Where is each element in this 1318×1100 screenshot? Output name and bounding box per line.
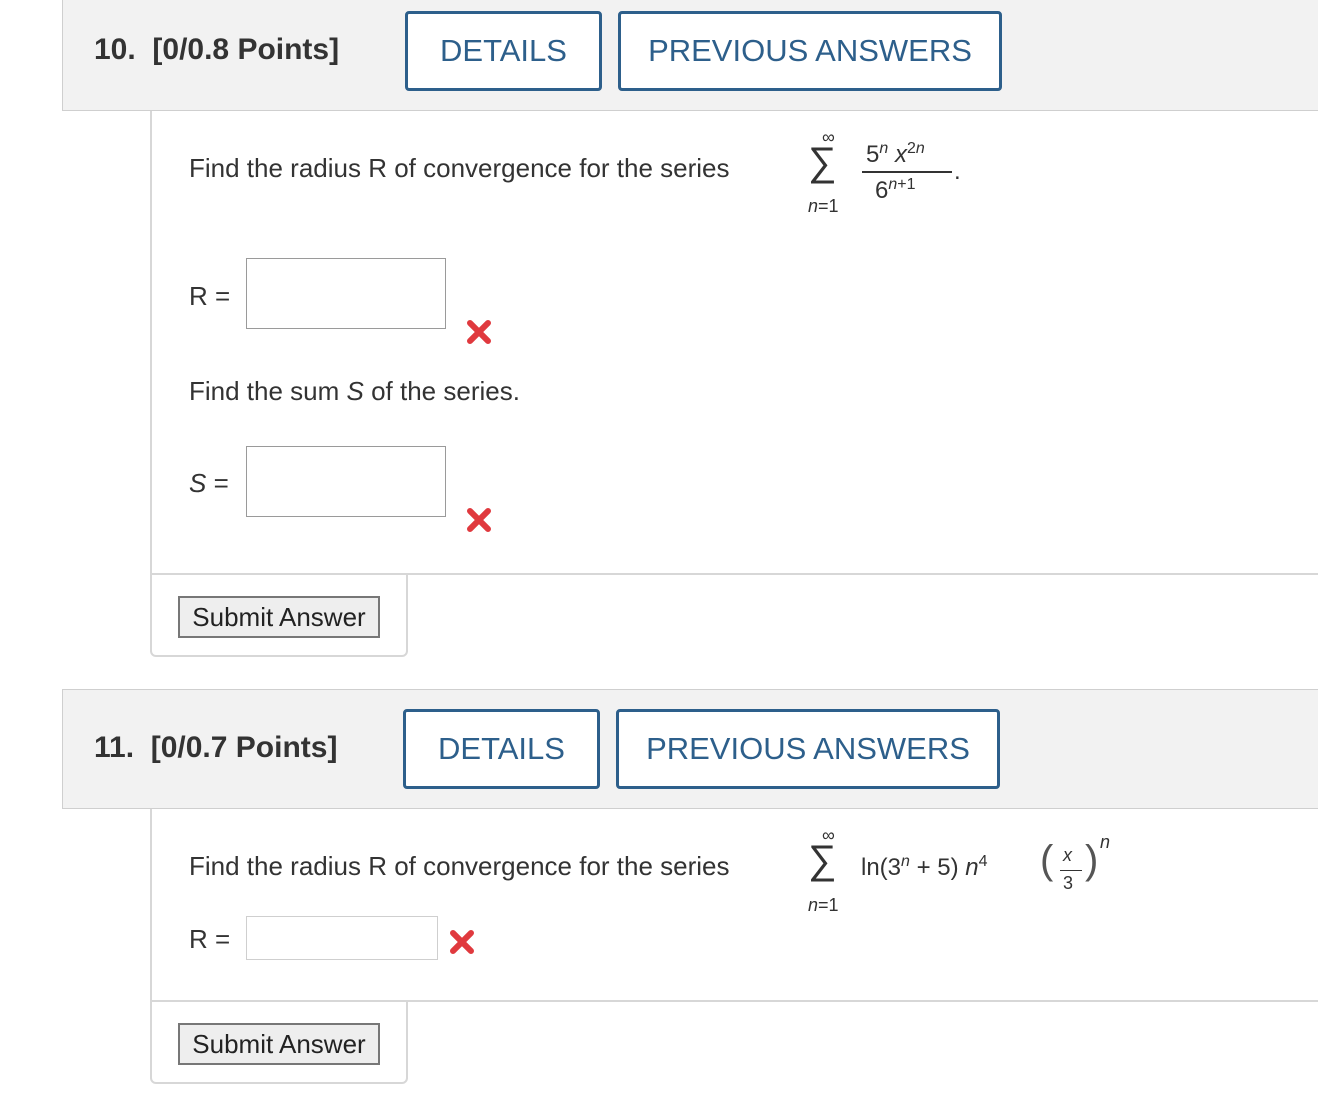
question-10-prompt-sum: Find the sum S of the series. (189, 376, 520, 406)
submit-answer-button[interactable]: Submit Answer (178, 596, 380, 638)
r-input[interactable] (246, 916, 438, 960)
question-number: 10. (94, 33, 136, 66)
x-mark-icon (467, 320, 491, 344)
sigma-symbol: ∑ (808, 140, 837, 184)
question-11-number: 11. [0/0.7 Points] (94, 731, 337, 765)
series-term: ln(3n + 5) n4 (861, 853, 988, 881)
sum-lower-limit: n=1 (808, 196, 839, 216)
question-number: 11. (94, 731, 135, 764)
fraction-bar (862, 171, 952, 173)
x-mark-icon (467, 508, 491, 532)
submit-answer-button[interactable]: Submit Answer (178, 1023, 380, 1065)
sum-lower-limit: n=1 (808, 895, 839, 915)
previous-answers-button[interactable]: PREVIOUS ANSWERS (616, 709, 1000, 789)
divider (408, 573, 1318, 575)
right-paren: ) (1085, 838, 1099, 882)
fraction-numerator: x (1063, 845, 1072, 865)
period: . (954, 158, 961, 185)
r-label: R = (189, 924, 231, 954)
details-button[interactable]: DETAILS (405, 11, 602, 91)
exponent: n (1100, 832, 1111, 852)
details-button[interactable]: DETAILS (403, 709, 600, 789)
question-10-prompt: Find the radius R of convergence for the… (189, 153, 730, 183)
fraction-denominator: 6n+1 (875, 176, 916, 204)
r-label: R = (189, 281, 231, 311)
fraction-bar (1060, 870, 1082, 871)
divider (408, 1000, 1318, 1002)
question-11-body (150, 809, 1318, 1003)
s-input[interactable] (246, 446, 446, 517)
previous-answers-button[interactable]: PREVIOUS ANSWERS (618, 11, 1002, 91)
x-mark-icon (450, 930, 474, 954)
r-input[interactable] (246, 258, 446, 329)
question-points: [0/0.8 Points] (152, 33, 340, 66)
fraction-numerator: 5n x2n (866, 140, 925, 168)
question-points: [0/0.7 Points] (150, 731, 338, 764)
question-11-prompt: Find the radius R of convergence for the… (189, 851, 730, 881)
left-paren: ( (1040, 838, 1054, 882)
fraction-denominator: 3 (1063, 873, 1074, 893)
s-label: S = (189, 468, 229, 498)
question-10-number: 10. [0/0.8 Points] (94, 33, 339, 67)
sigma-symbol: ∑ (808, 838, 837, 882)
